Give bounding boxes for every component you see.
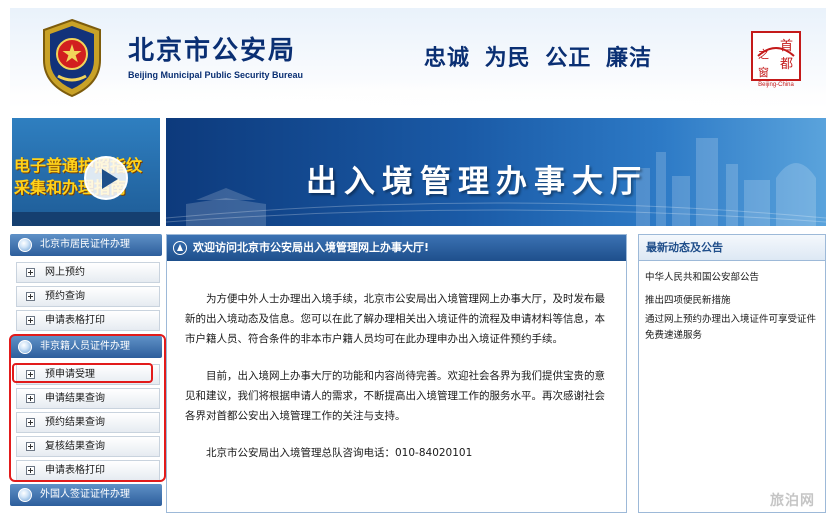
news-panel: 最新动态及公告 中华人民共和国公安部公告 推出四项便民新措施 通过网上预约办理出… bbox=[638, 234, 826, 513]
sidebar-item-form-print[interactable]: 申请表格打印 bbox=[16, 310, 160, 331]
welcome-panel-header: 欢迎访问北京市公安局出入境管理网上办事大厅! bbox=[167, 235, 626, 261]
highlight-box-pre-application bbox=[12, 363, 153, 383]
slogan: 忠诚 为民 公正 廉洁 bbox=[424, 46, 652, 71]
police-emblem-icon[interactable] bbox=[36, 16, 108, 100]
welcome-paragraph-2: 目前，出入境网上办事大厅的功能和内容尚待完善。欢迎社会各界为我们提供宝贵的意见和… bbox=[185, 370, 605, 422]
sidebar-section-title: 外国人签证证件办理 bbox=[40, 489, 130, 500]
site-subtitle: Beijing Municipal Public Security Bureau bbox=[128, 70, 304, 80]
consultation-hotline: 北京市公安局出入境管理总队咨询电话：010-84020101 bbox=[206, 447, 473, 459]
sidebar-item-appointment-query[interactable]: 预约查询 bbox=[16, 286, 160, 307]
capital-logo-caption: Beijing-China bbox=[758, 82, 794, 88]
news-heading: 最新动态及公告 bbox=[639, 235, 825, 261]
seal-char-3: 之 bbox=[758, 47, 769, 61]
sidebar-item-label: 预约查询 bbox=[45, 291, 85, 302]
sidebar-item-label: 申请表格打印 bbox=[45, 315, 105, 326]
seal-char-4: 窗 bbox=[758, 65, 769, 79]
banner-title: 出入境管理办事大厅 bbox=[306, 164, 648, 200]
news-item-ministry-announcement[interactable]: 中华人民共和国公安部公告 bbox=[639, 270, 825, 286]
news-item-free-delivery[interactable]: 通过网上预约办理出入境证件可享受证件免费速递服务 bbox=[639, 312, 825, 344]
site-title: 北京市公安局 bbox=[128, 36, 297, 66]
seal-char-1: 首 bbox=[780, 39, 793, 54]
section-bullet-icon bbox=[18, 238, 32, 252]
sidebar-section-foreign-visa[interactable]: 外国人签证证件办理 bbox=[10, 484, 162, 506]
expand-plus-icon bbox=[26, 292, 35, 301]
expand-plus-icon bbox=[26, 268, 35, 277]
welcome-body: 为方便中外人士办理出入境手续，北京市公安局出入境管理网上办事大厅，及时发布最新的… bbox=[167, 261, 626, 463]
seal-char-2: 都 bbox=[780, 57, 793, 72]
sidebar-item-online-appointment[interactable]: 网上预约 bbox=[16, 262, 160, 283]
welcome-paragraph-1: 为方便中外人士办理出入境手续，北京市公安局出入境管理网上办事大厅，及时发布最新的… bbox=[185, 293, 605, 345]
sidebar-section-beijing-residents[interactable]: 北京市居民证件办理 bbox=[10, 234, 162, 256]
news-item-four-measures[interactable]: 推出四项便民新措施 bbox=[639, 293, 825, 309]
site-header: 北京市公安局 Beijing Municipal Public Security… bbox=[10, 8, 826, 108]
capital-window-logo[interactable]: 首 都 之 窗 Beijing-China bbox=[750, 30, 802, 92]
sidebar-item-label: 网上预约 bbox=[45, 267, 85, 278]
capital-window-seal-icon: 首 都 之 窗 bbox=[751, 31, 801, 81]
highlight-box-non-beijing-section bbox=[9, 334, 166, 482]
sidebar-section-title: 北京市居民证件办理 bbox=[40, 239, 130, 250]
section-bullet-icon bbox=[18, 488, 32, 502]
compass-icon bbox=[173, 241, 187, 255]
fingerprint-guide-video[interactable]: 电子普通护照指纹 采集和办理指南 bbox=[12, 118, 160, 226]
welcome-heading: 欢迎访问北京市公安局出入境管理网上办事大厅! bbox=[193, 241, 430, 254]
watermark: 旅泊网 bbox=[770, 493, 815, 509]
hall-banner: 出入境管理办事大厅 bbox=[166, 118, 826, 226]
play-icon[interactable] bbox=[84, 156, 128, 200]
video-bottom-bar bbox=[12, 212, 160, 226]
expand-plus-icon bbox=[26, 316, 35, 325]
welcome-panel: 欢迎访问北京市公安局出入境管理网上办事大厅! 为方便中外人士办理出入境手续，北京… bbox=[166, 234, 627, 513]
